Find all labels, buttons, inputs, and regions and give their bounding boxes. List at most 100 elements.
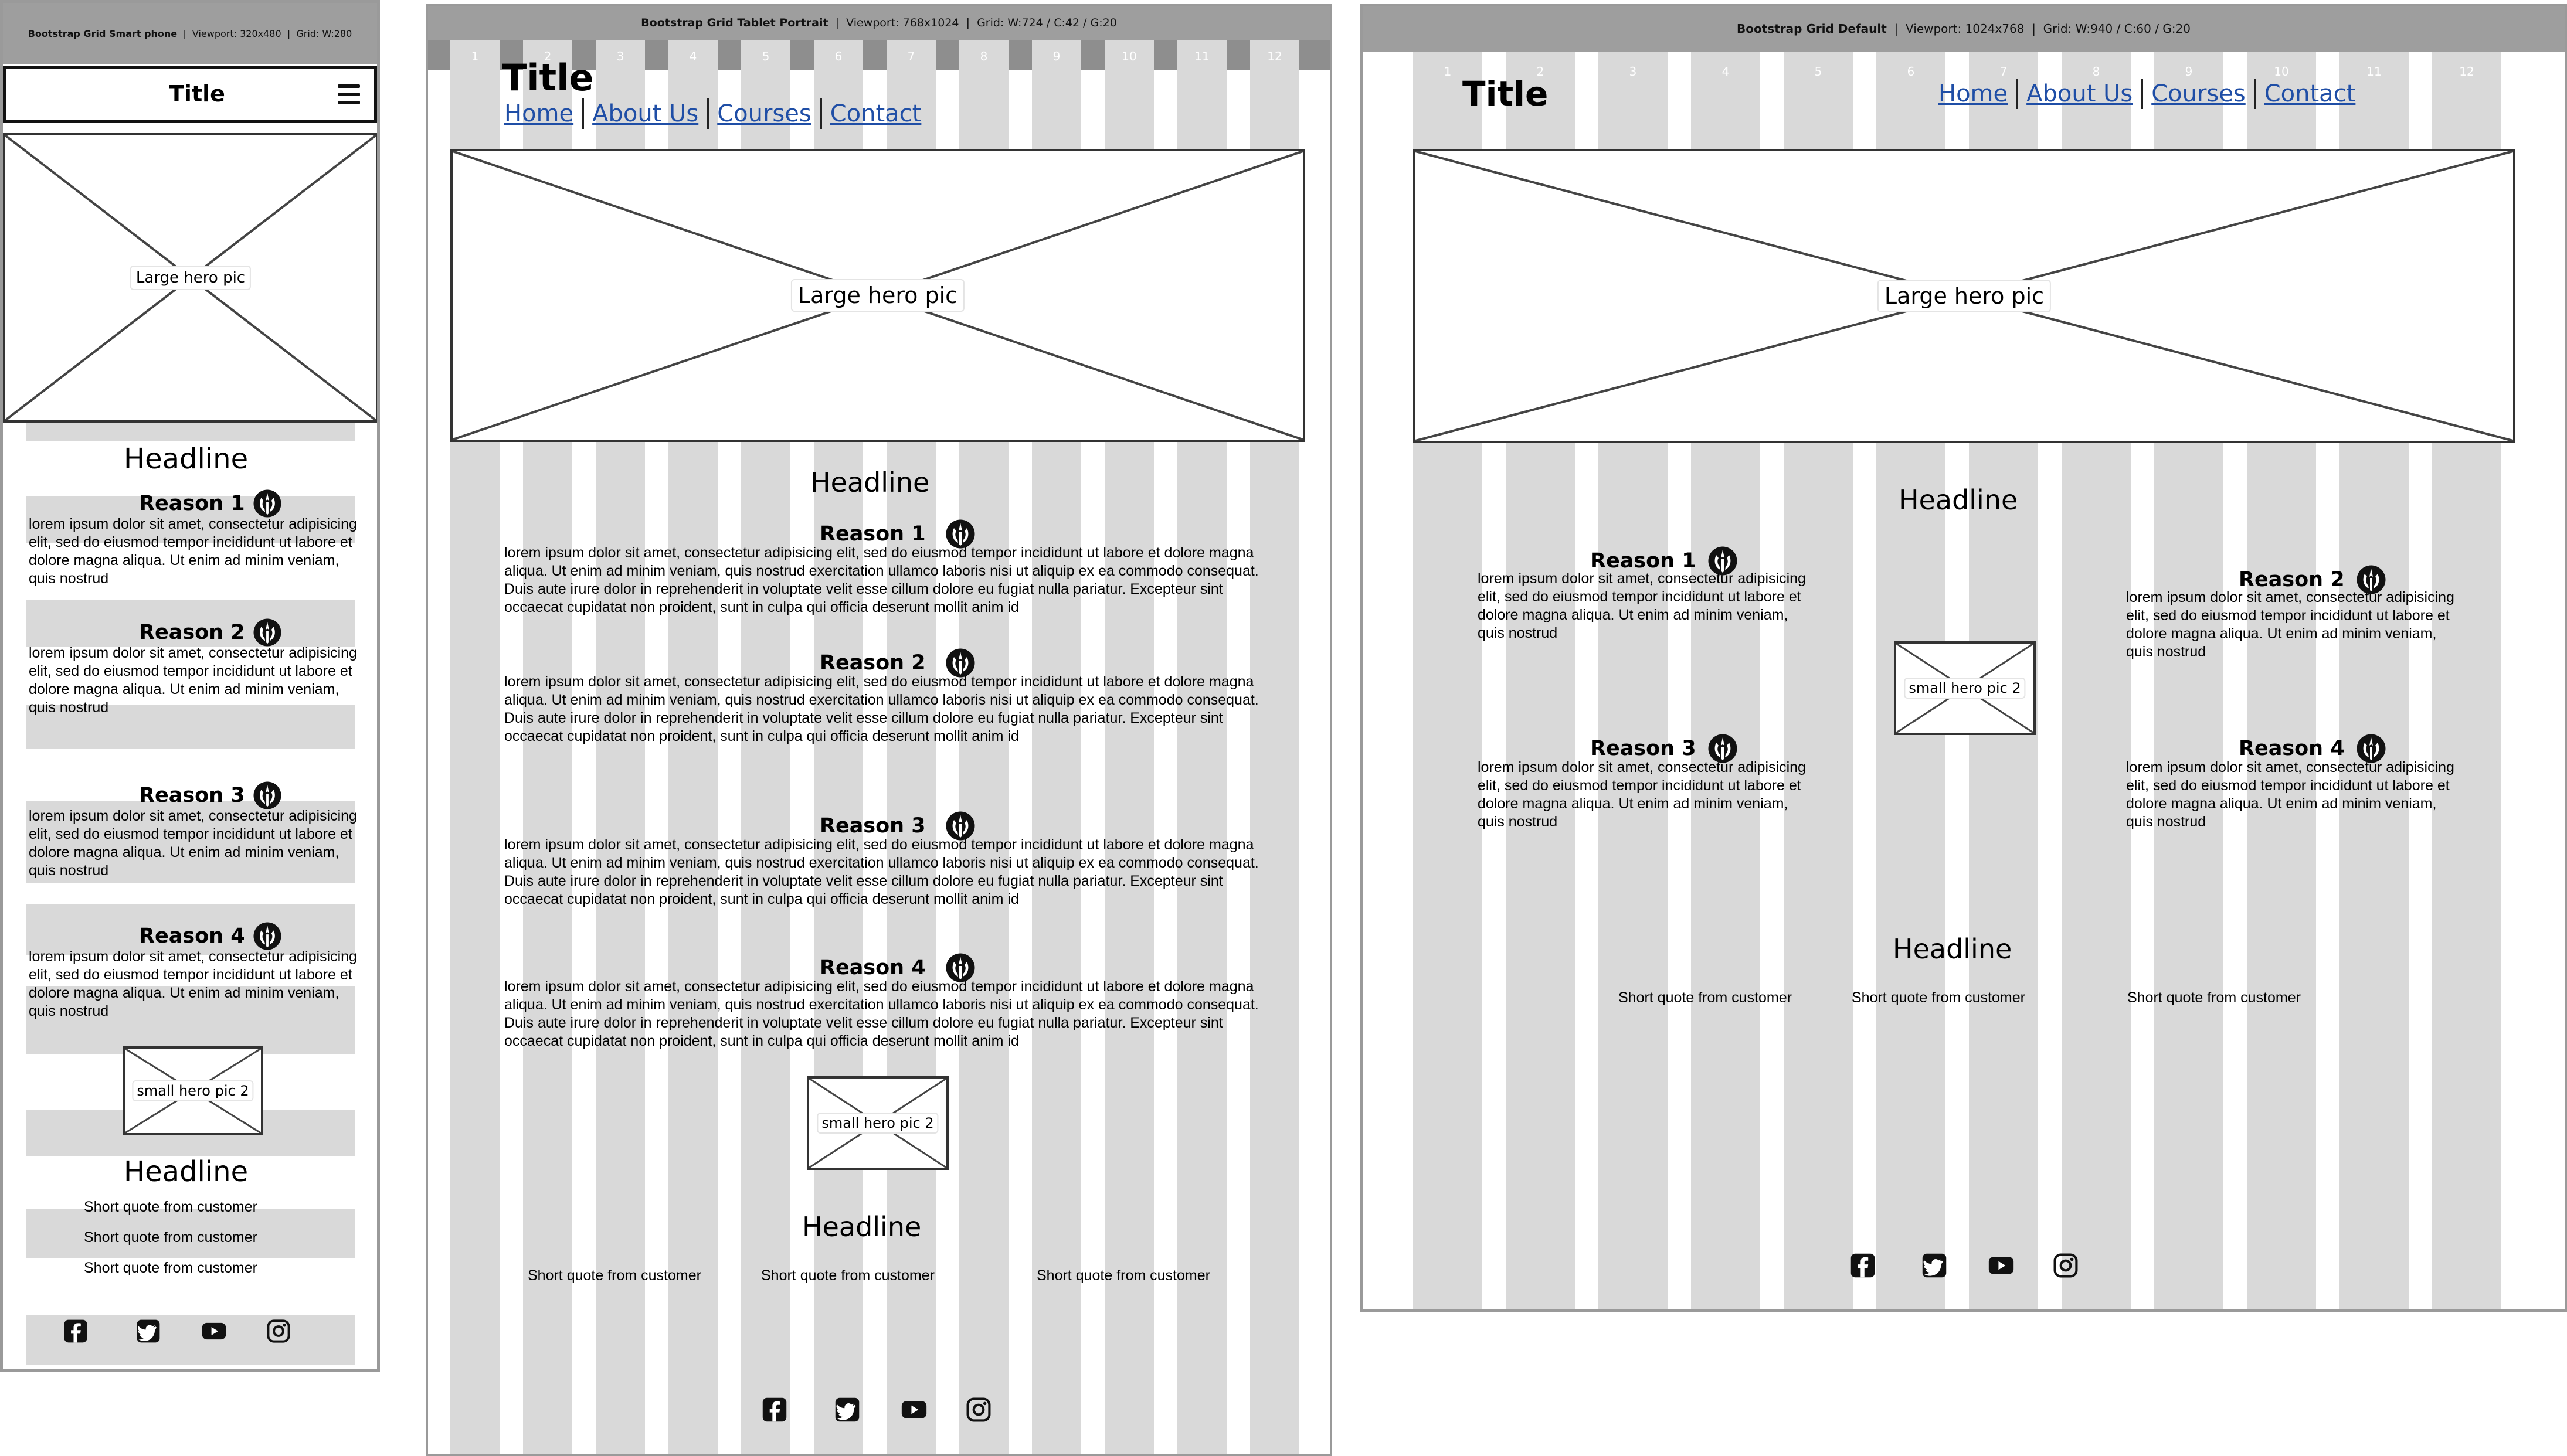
hamburger-line <box>338 84 360 88</box>
viewport-size: Viewport: 320x480 <box>192 28 281 39</box>
reason-text: lorem ipsum dolor sit amet, consectetur … <box>2126 759 2454 830</box>
reason-text: lorem ipsum dolor sit amet, consectetur … <box>29 645 357 716</box>
hamburger-icon[interactable] <box>338 84 360 104</box>
grid-column-number: 11 <box>1194 49 1210 63</box>
grid-column-number: 12 <box>2459 64 2474 79</box>
reason-title-text: Reason 1 <box>1590 549 1696 573</box>
grid-column-number: 8 <box>2092 64 2100 79</box>
desktop-viewport-bar: Bootstrap Grid Default | Viewport: 1024x… <box>1363 6 2565 52</box>
reason-title-text: Reason 3 <box>1590 737 1696 760</box>
twitter-icon[interactable] <box>135 1318 161 1344</box>
viewport-size: Viewport: 1024x768 <box>1906 22 2025 36</box>
grid-column-number: 3 <box>616 49 624 63</box>
reason-title-text: Reason 2 <box>820 651 926 675</box>
customer-quote: Short quote from customer <box>84 1229 257 1246</box>
customer-quote: Short quote from customer <box>2127 989 2301 1006</box>
site-title: Title <box>1462 74 1549 114</box>
reason-text: lorem ipsum dolor sit amet, consectetur … <box>504 673 1259 744</box>
headline: Headline <box>802 1211 922 1243</box>
grid-column-number: 12 <box>1267 49 1282 63</box>
facebook-icon[interactable] <box>1849 1252 1876 1279</box>
reason-text: lorem ipsum dolor sit amet, consectetur … <box>504 836 1259 907</box>
reason-text: lorem ipsum dolor sit amet, consectetur … <box>29 808 357 879</box>
nav-home[interactable]: Home <box>1938 80 2008 107</box>
rebel-icon <box>253 781 281 809</box>
headline: Headline <box>1893 933 2012 965</box>
small-hero-label: small hero pic 2 <box>1904 678 2026 699</box>
twitter-icon[interactable] <box>1921 1252 1948 1279</box>
viewport-size: Viewport: 768x1024 <box>846 16 959 29</box>
reason-title-text: Reason 3 <box>139 784 245 807</box>
reason-text: lorem ipsum dolor sit amet, consectetur … <box>1478 570 1806 641</box>
nav-contact[interactable]: Contact <box>830 100 922 127</box>
instagram-icon[interactable] <box>2052 1252 2079 1279</box>
main-nav: Home About Us Courses Contact <box>504 98 921 129</box>
reason-title-text: Reason 2 <box>2239 568 2345 591</box>
bar-separator: | <box>959 16 977 29</box>
reason-title-text: Reason 4 <box>139 924 245 948</box>
reason-title: Reason 3 <box>139 781 281 809</box>
tablet-viewport-bar: Bootstrap Grid Tablet Portrait | Viewpor… <box>428 6 1330 40</box>
customer-quote: Short quote from customer <box>1852 989 2025 1006</box>
youtube-icon[interactable] <box>1985 1252 2017 1279</box>
hamburger-line <box>338 101 360 104</box>
small-hero-placeholder: small hero pic 2 <box>1894 641 2036 735</box>
grid-column-number: 5 <box>1814 64 1822 79</box>
nav-home[interactable]: Home <box>504 100 573 127</box>
nav-about-us[interactable]: About Us <box>2026 80 2133 107</box>
grid-column-number: 4 <box>1721 64 1730 79</box>
reason-title-text: Reason 4 <box>820 956 926 979</box>
hero-image-placeholder: Large hero pic <box>1413 149 2515 443</box>
nav-separator <box>707 98 709 129</box>
reason-text: lorem ipsum dolor sit amet, consectetur … <box>1478 759 1806 830</box>
instagram-icon[interactable] <box>266 1318 291 1344</box>
twitter-icon[interactable] <box>834 1396 861 1423</box>
viewport-name: Bootstrap Grid Tablet Portrait <box>641 16 828 29</box>
facebook-icon[interactable] <box>63 1318 89 1344</box>
youtube-icon[interactable] <box>898 1396 930 1423</box>
youtube-icon[interactable] <box>199 1318 229 1344</box>
headline: Headline <box>1899 484 2018 516</box>
nav-separator <box>582 98 585 129</box>
hamburger-line <box>338 93 360 96</box>
instagram-icon[interactable] <box>965 1396 992 1423</box>
rebel-icon <box>253 618 281 647</box>
reason-title: Reason 1 <box>139 489 281 518</box>
customer-quote: Short quote from customer <box>84 1260 257 1276</box>
grid-column-number: 6 <box>834 49 843 63</box>
customer-quote: Short quote from customer <box>761 1267 935 1284</box>
grid-spec: Grid: W:940 / C:60 / G:20 <box>2043 22 2191 36</box>
reason-text: lorem ipsum dolor sit amet, consectetur … <box>504 978 1259 1049</box>
bar-separator: | <box>281 28 297 39</box>
nav-about-us[interactable]: About Us <box>592 100 698 127</box>
nav-separator <box>2141 79 2144 109</box>
reason-title: Reason 4 <box>139 922 281 950</box>
facebook-icon[interactable] <box>761 1396 788 1423</box>
customer-quote: Short quote from customer <box>528 1267 701 1284</box>
hero-label: Large hero pic <box>1877 280 2052 312</box>
tablet-frame: Bootstrap Grid Tablet Portrait | Viewpor… <box>426 4 1332 1456</box>
reason-text: lorem ipsum dolor sit amet, consectetur … <box>29 948 357 1019</box>
grid-column-number: 10 <box>1122 49 1137 63</box>
hero-label: Large hero pic <box>130 266 252 290</box>
nav-separator <box>2016 79 2019 109</box>
viewport-name: Bootstrap Grid Default <box>1737 22 1887 36</box>
phone-viewport-bar: Bootstrap Grid Smart phone | Viewport: 3… <box>3 3 377 64</box>
nav-separator <box>2253 79 2256 109</box>
reason-text: lorem ipsum dolor sit amet, consectetur … <box>504 545 1259 615</box>
grid-column-number: 8 <box>980 49 988 63</box>
customer-quote: Short quote from customer <box>1037 1267 1210 1284</box>
small-hero-placeholder: small hero pic 2 <box>807 1076 949 1170</box>
reason-title-text: Reason 1 <box>820 522 926 546</box>
nav-courses[interactable]: Courses <box>717 100 811 127</box>
grid-column-number: 10 <box>2274 64 2289 79</box>
rebel-icon <box>253 489 281 518</box>
grid-column-number: 7 <box>907 49 915 63</box>
bar-separator: | <box>2024 22 2043 36</box>
nav-courses[interactable]: Courses <box>2151 80 2246 107</box>
grid-column-number: 9 <box>1052 49 1061 63</box>
nav-contact[interactable]: Contact <box>2264 80 2356 107</box>
small-hero-label: small hero pic 2 <box>132 1080 254 1101</box>
hero-image-placeholder: Large hero pic <box>3 133 377 423</box>
grid-column-number: 6 <box>1907 64 1915 79</box>
